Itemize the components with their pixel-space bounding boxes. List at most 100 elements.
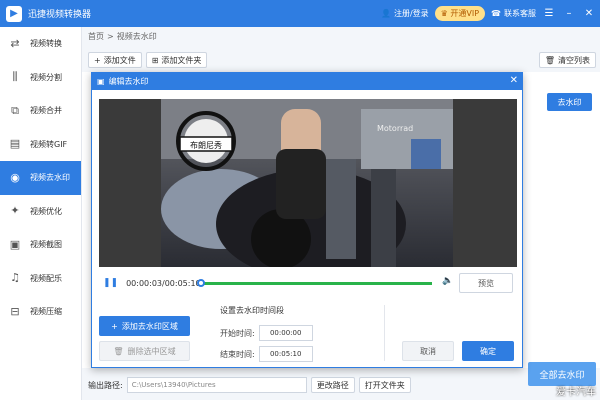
plus-icon: + (94, 55, 101, 65)
end-time-label: 结束时间: (220, 349, 255, 359)
login-link[interactable]: 👤 注册/登录 (381, 8, 429, 19)
vip-button[interactable]: ♛ 开通VIP (434, 6, 486, 21)
sidebar: ⇄ 视频转换 ⫼ 视频分割 ⧉ 视频合并 ▤ 视频转GIF ◉ 视频去水印 ✦ 视频优化 ▣ 视频截图 ♫ 视… (0, 27, 82, 400)
add-folder-label: 添加文件夹 (161, 55, 202, 65)
breadcrumb-current: 视频去水印 (116, 31, 157, 41)
sidebar-item-label: 视频优化 (30, 206, 62, 216)
video-preview-area: Motorrad 布朗尼秀 (99, 99, 517, 267)
plus-icon: + (111, 321, 118, 331)
ok-button[interactable]: 确定 (462, 341, 514, 361)
close-icon[interactable]: ✕ (582, 8, 596, 19)
trash-icon: 🗑 (544, 55, 555, 65)
corner-watermark-text: 爱卡汽车 (556, 387, 596, 398)
sidebar-item-3[interactable]: ▤ 视频转GIF (0, 128, 81, 162)
screenshot-icon: ▣ (9, 237, 21, 251)
sidebar-item-8[interactable]: ⊟ 视频压缩 (0, 295, 81, 329)
split-icon: ⫼ (12, 70, 18, 84)
vip-label: 开通VIP (450, 9, 480, 18)
sidebar-item-2[interactable]: ⧉ 视频合并 (0, 94, 81, 128)
sidebar-item-label: 视频压缩 (30, 307, 62, 317)
dialog-title: 编辑去水印 (108, 77, 149, 86)
sidebar-item-5[interactable]: ✦ 视频优化 (0, 195, 81, 229)
music-icon: ♫ (10, 271, 20, 285)
seek-progress-fill (200, 282, 432, 285)
video-frame[interactable]: Motorrad 布朗尼秀 (161, 99, 453, 267)
output-bar: 输出路径: C:\Users\13940\Pictures 更改路径 打开文件夹 (82, 370, 600, 400)
support-link[interactable]: ☎ 联系客服 (491, 8, 536, 19)
support-label: 联系客服 (504, 9, 536, 18)
watermark-logo-text: 布朗尼秀 (190, 140, 222, 150)
delete-region-label: 删除选中区域 (127, 346, 176, 356)
seek-track[interactable] (197, 279, 432, 287)
title-bar: ▶ 迅捷视频转换器 👤 注册/登录 ♛ 开通VIP ☎ 联系客服 ☰ – ✕ (0, 0, 600, 27)
sidebar-item-0[interactable]: ⇄ 视频转换 (0, 27, 81, 61)
convert-icon: ⇄ (10, 36, 20, 50)
cancel-button[interactable]: 取消 (402, 341, 454, 361)
sidebar-item-1[interactable]: ⫼ 视频分割 (0, 61, 81, 95)
breadcrumb-separator: > (107, 31, 114, 41)
sidebar-item-6[interactable]: ▣ 视频截图 (0, 228, 81, 262)
end-time-row: 结束时间: 00:05:10 (220, 346, 313, 362)
add-file-label: 添加文件 (103, 55, 136, 65)
sidebar-item-label: 视频截图 (30, 240, 62, 250)
headset-icon: ☎ (491, 9, 501, 18)
add-folder-button[interactable]: ⊞ 添加文件夹 (145, 52, 208, 68)
delete-region-button[interactable]: 🗑 删除选中区域 (99, 341, 190, 361)
video-sign-text: Motorrad (377, 124, 413, 133)
watermark-logo: 布朗尼秀 (176, 111, 236, 171)
seek-handle[interactable] (197, 279, 205, 287)
open-folder-button[interactable]: 打开文件夹 (358, 377, 411, 393)
sidebar-item-label: 视频转换 (30, 39, 62, 49)
title-bar-actions: 👤 注册/登录 ♛ 开通VIP ☎ 联系客服 ☰ – ✕ (381, 0, 596, 27)
end-time-input[interactable]: 00:05:10 (258, 346, 313, 362)
start-time-label: 开始时间: (220, 328, 255, 338)
clear-list-button[interactable]: 🗑 清空列表 (538, 52, 596, 68)
playback-controls: ❚❚ 00:00:03/00:05:10 🔈 预览 (99, 271, 517, 295)
app-title: 迅捷视频转换器 (28, 10, 92, 20)
add-watermark-region-button[interactable]: + 添加去水印区域 (99, 316, 190, 336)
sidebar-item-label: 视频去水印 (30, 173, 70, 183)
breadcrumb: 首页 > 视频去水印 (82, 27, 600, 45)
time-display: 00:00:03/00:05:10 (126, 278, 201, 288)
add-region-label: 添加去水印区域 (121, 321, 178, 331)
pause-icon[interactable]: ❚❚ (103, 278, 118, 288)
start-time-input[interactable]: 00:00:00 (258, 325, 313, 341)
preview-button[interactable]: 预览 (459, 273, 513, 293)
sidebar-item-7[interactable]: ♫ 视频配乐 (0, 262, 81, 296)
remove-watermark-button[interactable]: 去水印 (547, 93, 592, 111)
divider (384, 305, 385, 361)
watermark-icon: ◉ (10, 170, 20, 184)
add-file-button[interactable]: + 添加文件 (88, 52, 142, 68)
folder-plus-icon: ⊞ (151, 55, 159, 65)
time-range-title: 设置去水印时间段 (220, 306, 284, 315)
menu-icon[interactable]: ☰ (542, 8, 556, 19)
sidebar-item-4[interactable]: ◉ 视频去水印 (0, 161, 81, 195)
output-path-label: 输出路径: (88, 380, 123, 390)
login-label: 注册/登录 (393, 9, 429, 18)
start-time-row: 开始时间: 00:00:00 (220, 325, 313, 341)
edit-watermark-dialog: ▣ 编辑去水印 ✕ Motorrad 布朗尼秀 ❚❚ 00:00:03/00:0… (91, 72, 523, 368)
volume-icon[interactable]: 🔈 (442, 276, 453, 286)
video-scene-image: Motorrad 布朗尼秀 (161, 99, 453, 267)
merge-icon: ⧉ (11, 103, 19, 117)
change-path-button[interactable]: 更改路径 (310, 377, 355, 393)
toolbar: + 添加文件 ⊞ 添加文件夹 (82, 50, 600, 70)
minimize-icon[interactable]: – (562, 8, 576, 19)
gif-icon: ▤ (9, 137, 21, 151)
app-window: ▶ 迅捷视频转换器 👤 注册/登录 ♛ 开通VIP ☎ 联系客服 ☰ – ✕ ⇄… (0, 0, 600, 400)
app-logo-icon: ▶ (6, 5, 22, 22)
dialog-title-bar: ▣ 编辑去水印 (92, 73, 522, 90)
sidebar-item-label: 视频配乐 (30, 273, 62, 283)
sidebar-item-label: 视频转GIF (30, 139, 68, 149)
compress-icon: ⊟ (10, 304, 20, 318)
breadcrumb-home[interactable]: 首页 (88, 31, 104, 42)
user-icon: 👤 (380, 9, 391, 18)
crown-icon: ♛ (440, 9, 448, 18)
output-path-field[interactable]: C:\Users\13940\Pictures (126, 377, 307, 393)
sidebar-item-label: 视频分割 (30, 72, 62, 82)
clear-list-label: 清空列表 (558, 55, 590, 65)
dialog-close-icon[interactable]: ✕ (510, 75, 518, 86)
trash-icon: 🗑 (113, 346, 124, 356)
dialog-app-icon: ▣ (97, 77, 105, 86)
optimize-icon: ✦ (10, 204, 20, 218)
